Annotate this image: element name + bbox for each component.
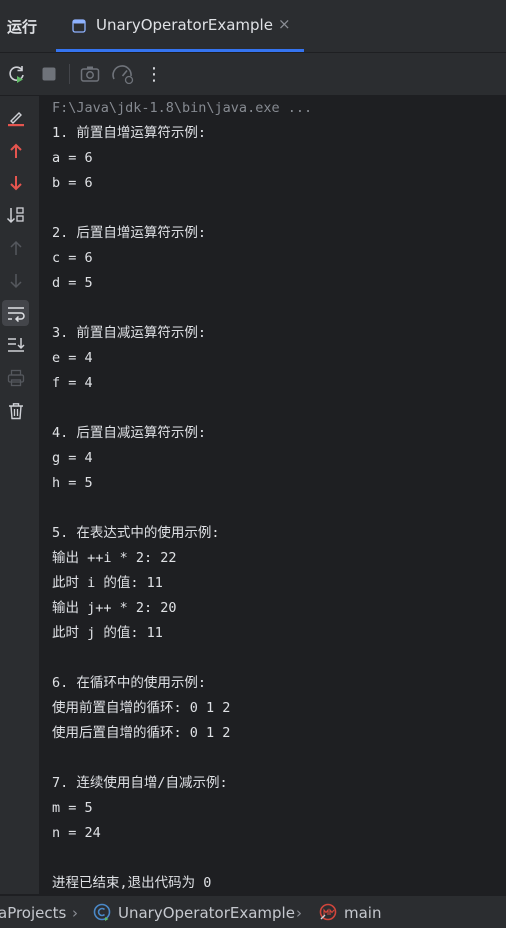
console-tab-icon: [72, 18, 86, 33]
up-icon[interactable]: [5, 140, 27, 162]
down-icon[interactable]: [5, 172, 27, 194]
stop-icon[interactable]: [38, 63, 60, 85]
console-line: 5. 在表达式中的使用示例:: [52, 525, 220, 541]
run-toolbar: ⋮: [0, 53, 506, 96]
console-line: 4. 后置自减运算符示例:: [52, 425, 207, 441]
tab-title: UnaryOperatorExample: [96, 16, 273, 34]
scroll-down-icon[interactable]: [5, 270, 27, 292]
delete-icon[interactable]: [5, 400, 27, 422]
breadcrumb-separator: ›: [72, 904, 78, 922]
console-line: e = 4: [52, 350, 93, 366]
print-icon[interactable]: [5, 367, 27, 389]
console-line: d = 5: [52, 275, 93, 291]
tab-active-indicator: [56, 49, 304, 52]
console-line: c = 6: [52, 250, 93, 266]
profiler-icon[interactable]: [112, 63, 134, 85]
console-line: 1. 前置自增运算符示例:: [52, 125, 207, 141]
class-icon: [93, 903, 111, 925]
tab-close-icon[interactable]: ×: [278, 15, 291, 33]
command-line: F:\Java\jdk-1.8\bin\java.exe ...: [52, 100, 313, 116]
console-line: g = 4: [52, 450, 93, 466]
console-line: f = 4: [52, 375, 93, 391]
more-options-icon[interactable]: ⋮: [143, 63, 165, 85]
process-exit-line: 进程已结束,退出代码为 0: [52, 875, 212, 891]
rerun-icon[interactable]: [6, 63, 28, 85]
console-line: n = 24: [52, 825, 101, 841]
navigation-bar: aProjects › UnaryOperatorExample › main: [0, 895, 506, 928]
tab-unary-operator-example[interactable]: UnaryOperatorExample ×: [56, 0, 304, 52]
soft-wrap-icon[interactable]: [5, 302, 27, 324]
breadcrumb-separator: ›: [296, 904, 302, 922]
console-line: a = 6: [52, 150, 93, 166]
console-line: 输出 ++i * 2: 22: [52, 550, 177, 566]
run-tool-window-header: 运行 UnaryOperatorExample ×: [0, 0, 506, 53]
method-icon: [318, 903, 338, 925]
breadcrumb-method[interactable]: main: [344, 904, 381, 922]
console-line: b = 6: [52, 175, 93, 191]
console-line: 6. 在循环中的使用示例:: [52, 675, 207, 691]
console-line: 3. 前置自减运算符示例:: [52, 325, 207, 341]
console-output[interactable]: F:\Java\jdk-1.8\bin\java.exe ... 1. 前置自增…: [40, 96, 506, 894]
console-line: 2. 后置自增运算符示例:: [52, 225, 207, 241]
console-line: m = 5: [52, 800, 93, 816]
console-line: 此时 j 的值: 11: [52, 625, 163, 641]
console-actions-sidebar: [0, 96, 40, 894]
toolbar-separator: [69, 64, 70, 84]
console-line: 此时 i 的值: 11: [52, 575, 163, 591]
sort-icon[interactable]: [5, 204, 27, 226]
scroll-up-icon[interactable]: [5, 237, 27, 259]
screenshot-icon[interactable]: [79, 63, 101, 85]
breadcrumb-class[interactable]: UnaryOperatorExample: [118, 904, 295, 922]
run-label: 运行: [7, 18, 38, 36]
console-line: 7. 连续使用自增/自减示例:: [52, 775, 228, 791]
console-line: 输出 j++ * 2: 20: [52, 600, 177, 616]
clear-all-icon[interactable]: [5, 107, 27, 129]
console-line: h = 5: [52, 475, 93, 491]
console-line: 使用后置自增的循环: 0 1 2: [52, 725, 231, 741]
breadcrumb-project[interactable]: aProjects: [0, 904, 66, 922]
scroll-to-end-icon[interactable]: [5, 334, 27, 356]
console-line: 使用前置自增的循环: 0 1 2: [52, 700, 231, 716]
